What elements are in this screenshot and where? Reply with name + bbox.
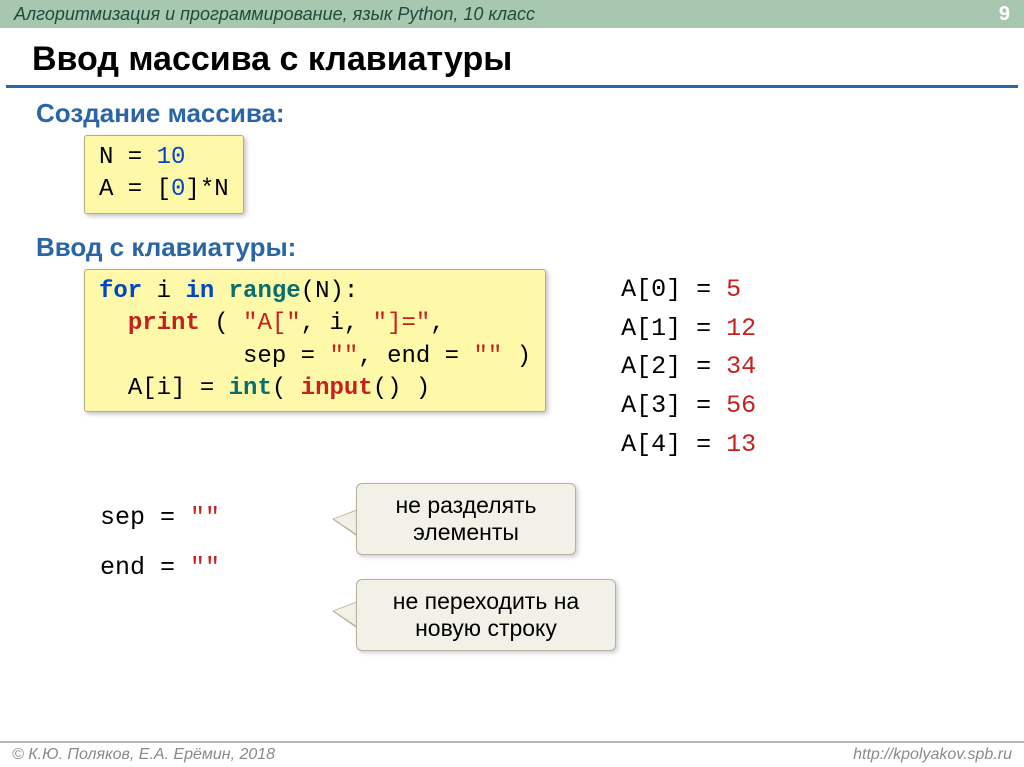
code-number: 10: [157, 144, 186, 171]
bubble-tail: [334, 602, 358, 627]
slide-footer: © К.Ю. Поляков, Е.А. Ерёмин, 2018 http:/…: [0, 741, 1024, 767]
code-block-input-loop: for i in range(N): print ( "A[", i, "]="…: [84, 269, 546, 413]
fn-range: range: [229, 278, 301, 305]
code-text: sep =: [243, 343, 329, 370]
title-underline: [6, 85, 1018, 88]
code-text: A[i] =: [128, 375, 229, 402]
code-string: "]=": [373, 310, 431, 337]
footer-copyright: © К.Ю. Поляков, Е.А. Ерёмин, 2018: [12, 746, 275, 764]
code-text: (N):: [301, 278, 359, 305]
code-text: () ): [373, 375, 431, 402]
subheading-keyboard-input: Ввод с клавиатуры:: [36, 232, 988, 263]
output-row: A[1] = 12: [621, 310, 756, 349]
fn-int: int: [229, 375, 272, 402]
course-title: Алгоритмизация и программирование, язык …: [14, 4, 535, 25]
code-text: , end =: [358, 343, 473, 370]
callout-end: не переходить на новую строку: [356, 579, 616, 651]
code-text: ]*N: [185, 176, 228, 203]
kw-in: in: [185, 278, 214, 305]
callouts-area: sep = "" end = "" не разделять элементы …: [36, 489, 988, 709]
slide-header: Алгоритмизация и программирование, язык …: [0, 0, 1024, 28]
code-text: ,: [430, 310, 444, 337]
output-row: A[0] = 5: [621, 271, 756, 310]
code-text: [214, 278, 228, 305]
page-number: 9: [999, 3, 1010, 26]
code-string: "A[": [243, 310, 301, 337]
label-sep: sep =: [100, 503, 190, 532]
code-text: N =: [99, 144, 157, 171]
output-row: A[3] = 56: [621, 387, 756, 426]
output-row: A[4] = 13: [621, 426, 756, 465]
output-row: A[2] = 34: [621, 348, 756, 387]
code-string: "": [473, 343, 502, 370]
code-text: (: [272, 375, 301, 402]
code-text: (: [200, 310, 243, 337]
code-string: "": [329, 343, 358, 370]
code-text: i: [142, 278, 185, 305]
bubble-tail: [334, 510, 358, 535]
label-sep-value: "": [190, 503, 220, 532]
code-text: , i,: [301, 310, 373, 337]
sample-output: A[0] = 5 A[1] = 12 A[2] = 34 A[3] = 56 A…: [596, 271, 756, 465]
label-end: end =: [100, 553, 190, 582]
label-end-value: "": [190, 553, 220, 582]
code-text: A = [: [99, 176, 171, 203]
footer-url: http://kpolyakov.spb.ru: [853, 746, 1012, 764]
slide-title: Ввод массива с клавиатуры: [0, 28, 1024, 85]
fn-input: input: [301, 375, 373, 402]
param-labels: sep = "" end = "": [100, 493, 220, 593]
subheading-create-array: Создание массива:: [36, 98, 988, 129]
kw-for: for: [99, 278, 142, 305]
callout-sep: не разделять элементы: [356, 483, 576, 555]
code-number: 0: [171, 176, 185, 203]
code-text: ): [502, 343, 531, 370]
code-block-create: N = 10 A = [0]*N: [84, 135, 244, 214]
fn-print: print: [128, 310, 200, 337]
